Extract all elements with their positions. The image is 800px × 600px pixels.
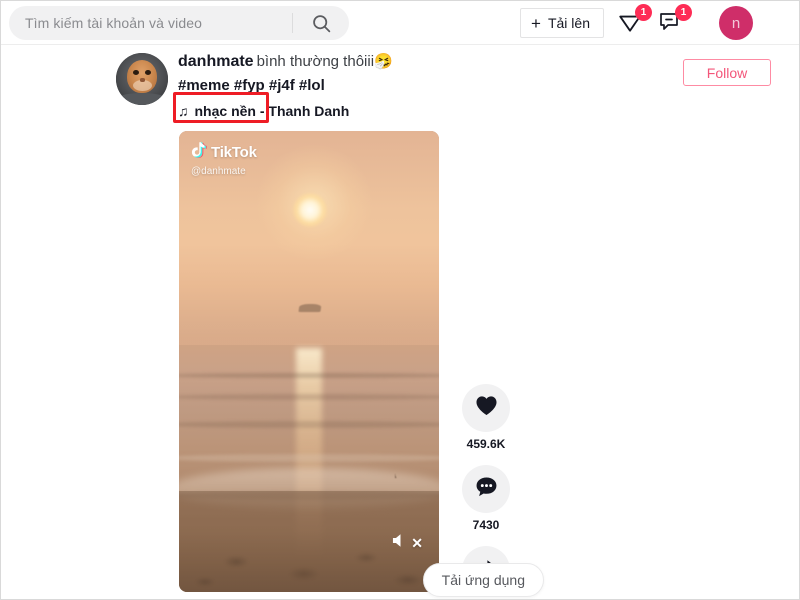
top-header: + Tải lên 1 1 n: [1, 1, 799, 45]
search-input[interactable]: [9, 15, 292, 31]
download-app-button[interactable]: Tải ứng dụng: [422, 563, 544, 597]
profile-avatar[interactable]: n: [719, 6, 753, 40]
caption-line: danhmate bình thường thôiii🤧: [178, 51, 648, 73]
post-author-avatar[interactable]: [116, 53, 168, 105]
messages-button[interactable]: 1: [657, 4, 692, 39]
cat-avatar: [116, 53, 168, 105]
search-icon: [311, 13, 332, 34]
messages-badge: 1: [675, 4, 692, 21]
heart-icon: [475, 395, 498, 421]
profile-avatar-initial: n: [731, 14, 741, 32]
follow-button[interactable]: Follow: [683, 59, 771, 86]
upload-label: Tải lên: [547, 15, 590, 31]
comment-icon: [475, 476, 498, 503]
music-label: nhạc nền - Thanh Danh: [194, 103, 350, 119]
send-inbox-button[interactable]: 1: [617, 4, 652, 39]
search-bar[interactable]: [9, 6, 349, 40]
video-player[interactable]: TikTok @danhmate ✕: [179, 131, 439, 592]
caption-text: bình thường thôiii🤧: [256, 53, 393, 70]
music-row[interactable]: ♫ nhạc nền - Thanh Danh: [178, 100, 648, 122]
message-bubble-icon: [657, 13, 681, 37]
engagement-rail: 459.6K 7430 Tải ứng dụng: [422, 384, 544, 599]
paper-plane-icon: [617, 15, 643, 39]
author-username[interactable]: danhmate: [178, 53, 254, 70]
mute-x-mark: ✕: [411, 534, 423, 551]
upload-button[interactable]: + Tải lên: [520, 8, 604, 38]
caption-block: danhmate bình thường thôiii🤧 #meme #fyp #…: [178, 51, 648, 122]
like-action: 459.6K: [456, 384, 516, 451]
speaker-muted-icon: [391, 532, 410, 554]
send-badge: 1: [635, 4, 652, 21]
search-button[interactable]: [293, 6, 349, 40]
beach-grass: [395, 407, 437, 478]
mute-toggle-button[interactable]: ✕: [391, 532, 423, 554]
tiktok-watermark-handle: @danhmate: [191, 166, 246, 177]
comment-action: 7430: [456, 465, 516, 532]
music-note-icon: ♫: [178, 103, 189, 119]
tiktok-watermark: TikTok @danhmate: [191, 141, 257, 177]
wave-line: [179, 373, 439, 379]
plus-icon: +: [531, 13, 541, 33]
tiktok-watermark-brand: TikTok: [211, 144, 257, 161]
wave-line: [179, 393, 439, 400]
like-button[interactable]: [462, 384, 510, 432]
tiktok-page: + Tải lên 1 1 n: [0, 0, 800, 600]
tiktok-logo-icon: [191, 141, 208, 164]
like-count: 459.6K: [466, 437, 506, 451]
distant-boat: [298, 304, 322, 313]
comment-button[interactable]: [462, 465, 510, 513]
caption-hashtags[interactable]: #meme #fyp #j4f #lol: [178, 75, 648, 97]
comment-count: 7430: [472, 518, 500, 532]
